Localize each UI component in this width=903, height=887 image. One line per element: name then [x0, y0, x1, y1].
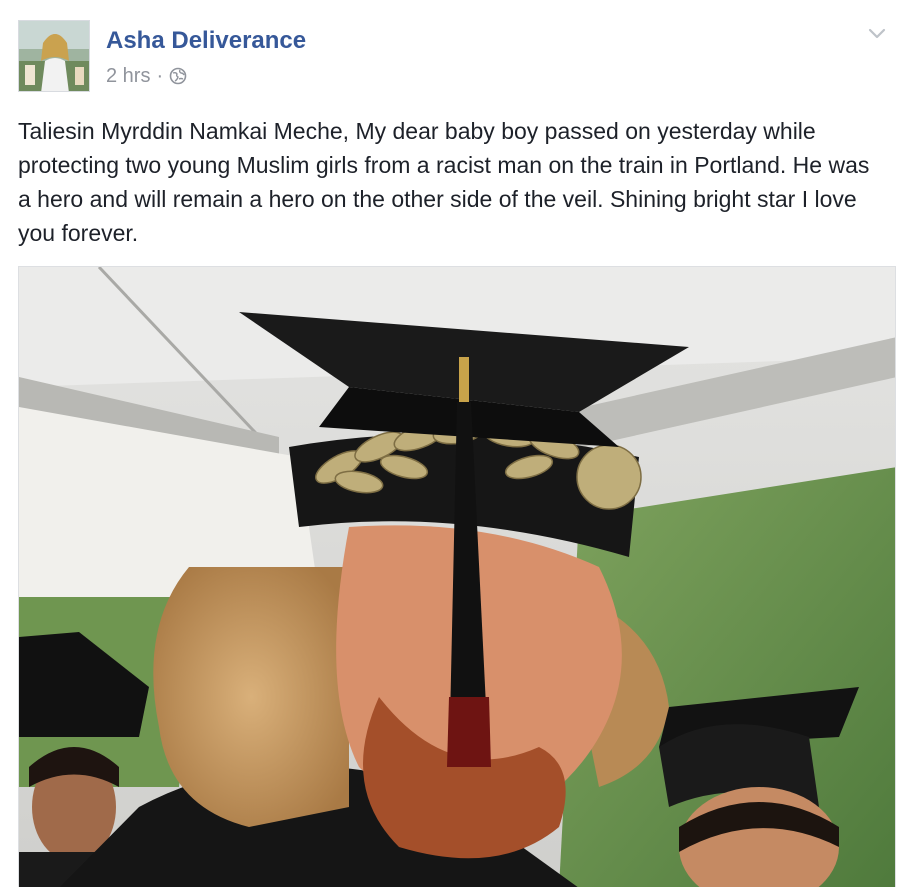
avatar-image: [19, 21, 89, 91]
post-photo[interactable]: [18, 266, 896, 887]
author-avatar[interactable]: [18, 20, 90, 92]
meta-separator: ·: [156, 65, 164, 87]
post-message: Taliesin Myrddin Namkai Meche, My dear b…: [18, 118, 870, 246]
author-name-link[interactable]: Asha Deliverance: [106, 27, 306, 55]
timestamp-link[interactable]: 2 hrs: [106, 64, 150, 88]
post-meta: 2 hrs ·: [106, 64, 187, 88]
globe-icon[interactable]: [169, 67, 187, 85]
chevron-down-icon[interactable]: [867, 26, 887, 40]
graduation-photo: [19, 267, 895, 887]
facebook-post: Asha Deliverance 2 hrs · Taliesin Myrddi…: [0, 0, 903, 887]
